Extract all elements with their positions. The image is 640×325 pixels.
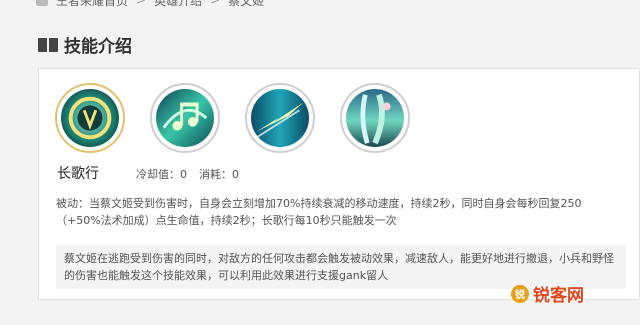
home-icon[interactable]	[36, 0, 48, 6]
breadcrumb-item-heroes[interactable]: 英雄介绍	[154, 0, 202, 9]
breadcrumb: 王者荣耀首页 > 英雄介绍 > 蔡文姬	[36, 0, 264, 8]
section-header: 技能介绍	[38, 32, 132, 57]
breadcrumb-separator: >	[210, 0, 221, 7]
skill-tab-passive[interactable]	[55, 83, 125, 153]
breadcrumb-item-current: 蔡文姬	[228, 0, 265, 8]
skill-tab-2[interactable]	[245, 83, 315, 153]
skill-list	[55, 83, 410, 153]
skill-meta: 冷却值：0 消耗：0	[136, 166, 239, 182]
watermark-logo: 锐	[511, 284, 529, 303]
skill-cooldown: 冷却值：0	[136, 168, 187, 181]
watermark: 锐 锐客网	[511, 281, 584, 306]
skill-panel: 长歌行 冷却值：0 消耗：0 被动：当蔡文姬受到伤害时，自身会立刻增加70%持续…	[38, 68, 640, 300]
skill-tab-3[interactable]	[340, 83, 410, 153]
skill-tab-1[interactable]	[150, 83, 220, 153]
watermark-text: 锐客网	[533, 286, 584, 306]
skill-description: 被动：当蔡文姬受到伤害时，自身会立刻增加70%持续衰减的移动速度，持续2秒，同时…	[56, 197, 582, 227]
skill-3-icon	[346, 89, 404, 147]
skill-passive-icon	[61, 89, 119, 147]
skill-1-icon	[156, 89, 214, 147]
breadcrumb-item-home[interactable]: 王者荣耀首页	[56, 0, 128, 9]
skill-cost: 消耗：0	[199, 168, 239, 181]
breadcrumb-separator: >	[136, 0, 147, 7]
skill-2-icon	[251, 89, 309, 147]
skill-name: 长歌行	[57, 166, 99, 182]
section-title: 技能介绍	[64, 37, 132, 57]
book-icon	[38, 37, 58, 53]
